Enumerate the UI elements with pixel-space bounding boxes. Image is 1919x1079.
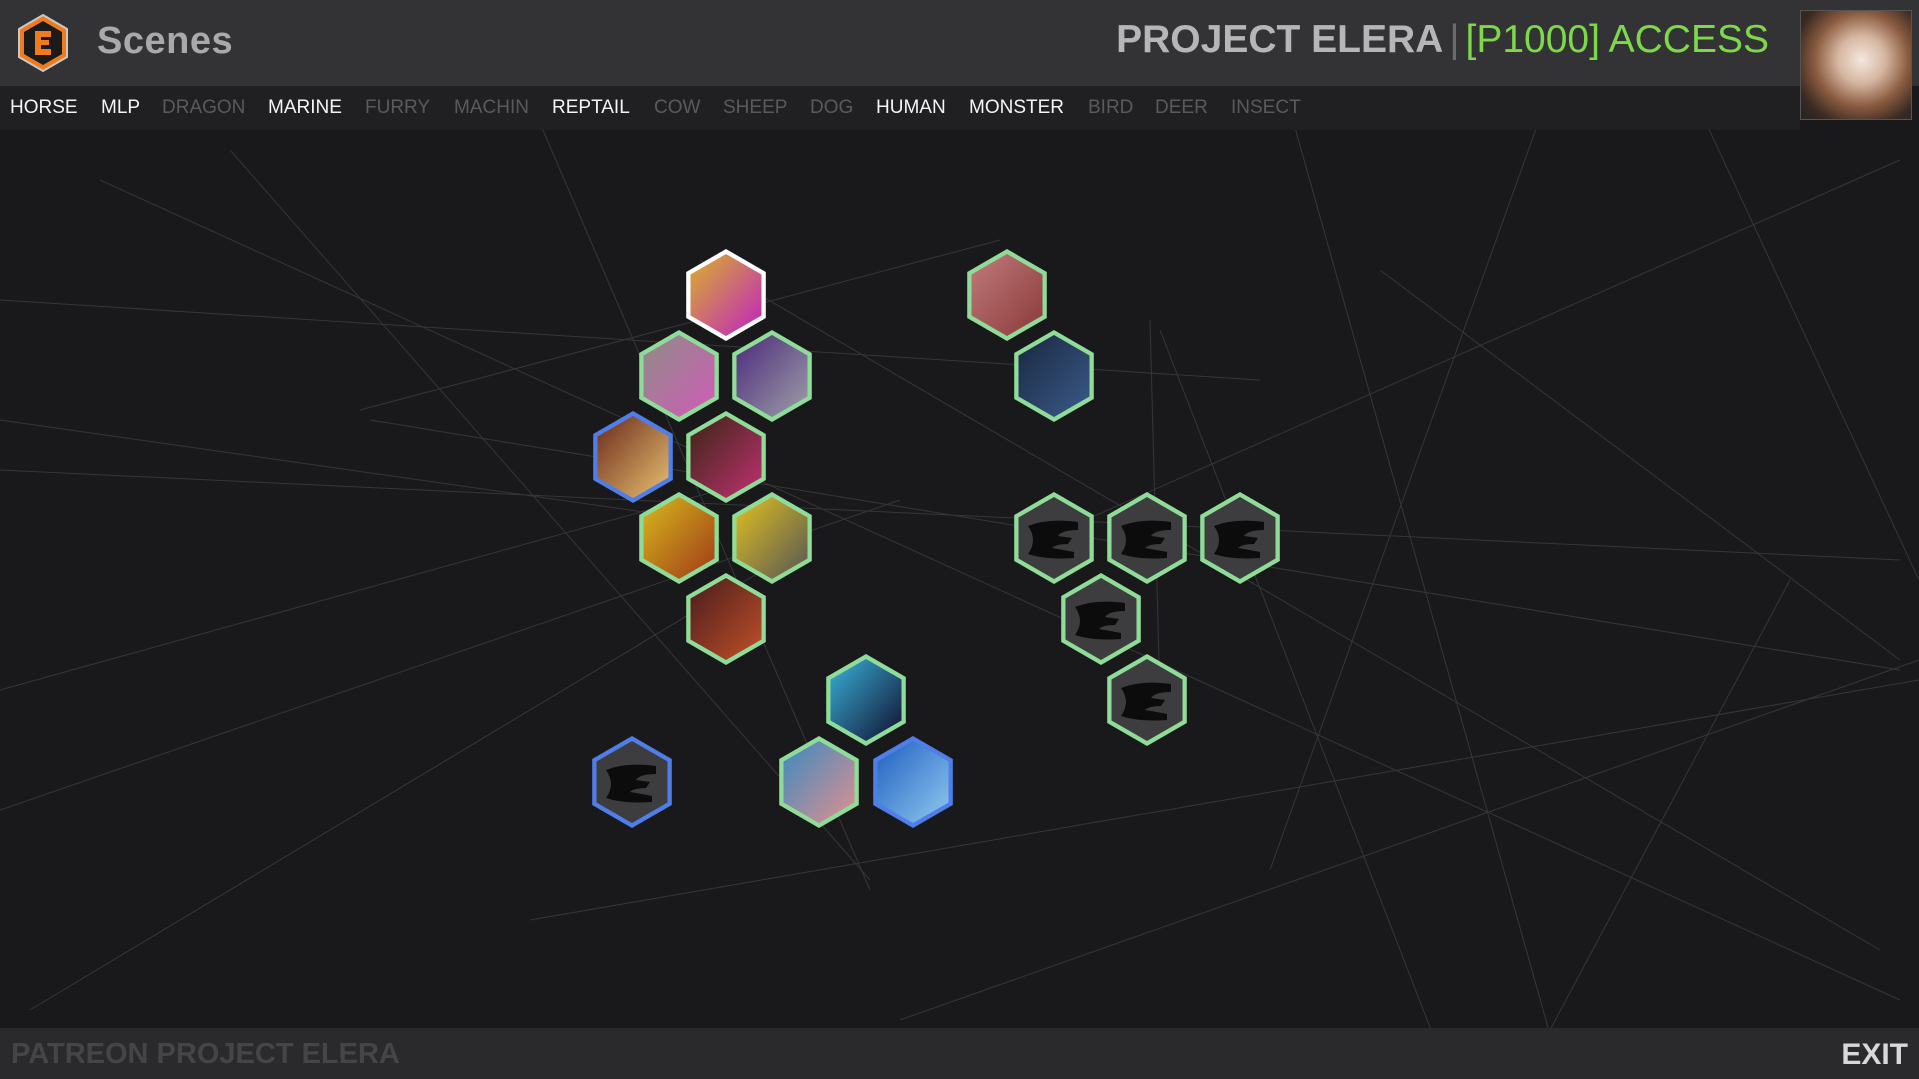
category-tab-horse[interactable]: HORSE [10,97,78,119]
scene-locked-5-tile[interactable] [1097,650,1197,750]
category-tab-machin[interactable]: MACHIN [454,97,529,119]
category-filter-bar: HORSE MLP DRAGON MARINE FURRY MACHIN REPTAIL CO… [0,86,1800,130]
category-tab-sheep[interactable]: SHEEP [723,97,787,119]
locked-elera-icon [1214,520,1264,559]
project-name: PROJECT ELERA [1116,18,1444,61]
top-bar: Scenes PROJECT ELERA | [P1000] ACCESS [0,0,1919,86]
category-tab-monster[interactable]: MONSTER [969,97,1064,119]
category-tab-dragon[interactable]: DRAGON [162,97,245,119]
locked-elera-icon [606,764,656,803]
category-tab-insect[interactable]: INSECT [1231,97,1301,119]
header-separator: | [1449,18,1460,61]
locked-elera-icon [1028,520,1078,559]
scene-dark-blue-tile[interactable] [1004,326,1104,426]
category-tab-dog[interactable]: DOG [810,97,853,119]
category-tab-bird[interactable]: BIRD [1088,97,1133,119]
elera-logo-icon [18,13,68,73]
page-title: Scenes [97,20,234,62]
category-tab-mlp[interactable]: MLP [101,97,140,119]
scene-locked-6-tile[interactable] [582,732,682,832]
locked-elera-icon [1121,682,1171,721]
scene-water-pink-tile[interactable] [769,732,869,832]
locked-elera-icon [1075,601,1125,640]
scene-locked-3-tile[interactable] [1190,488,1290,588]
category-tab-reptail[interactable]: REPTAIL [552,97,630,119]
category-tab-marine[interactable]: MARINE [268,97,342,119]
category-tab-human[interactable]: HUMAN [876,97,946,119]
patreon-label: PATREON PROJECT ELERA [11,1038,400,1070]
exit-button[interactable]: EXIT [1841,1038,1908,1072]
category-tab-deer[interactable]: DEER [1155,97,1208,119]
avatar[interactable] [1800,10,1912,120]
bottom-bar: PATREON PROJECT ELERA EXIT [0,1028,1919,1079]
access-level: [P1000] ACCESS [1465,18,1769,61]
locked-elera-icon [1121,520,1171,559]
scene-barn-night-tile[interactable] [676,569,776,669]
category-tab-furry[interactable]: FURRY [365,97,430,119]
scene-pool-tile[interactable] [863,732,963,832]
background-network-lines [0,89,1919,1079]
project-header: PROJECT ELERA | [P1000] ACCESS [1116,18,1769,62]
category-tab-cow[interactable]: COW [654,97,700,119]
